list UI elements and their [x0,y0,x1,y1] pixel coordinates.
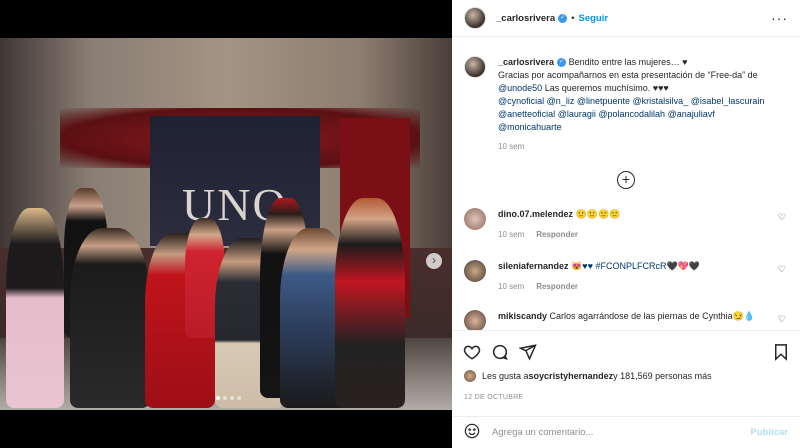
likes-prefix: Les gusta a [482,371,529,381]
next-photo-button[interactable]: › [426,253,442,269]
commenter-avatar[interactable] [464,208,486,230]
follow-button[interactable]: Seguir [579,13,609,24]
share-icon[interactable] [518,343,537,366]
comment-item: sileniafernandez 😻♥♥ #FCONPLFCRсR🖤💖🖤 10 … [464,260,794,291]
header-separator: • [571,12,575,24]
comment-like-heart-icon[interactable]: ♡ [778,264,786,275]
add-comment-bar: Publicar [452,416,800,448]
instagram-post-view: UNO › _carlosrivera ✓ • Seguir ··· _carl… [0,0,800,448]
photo-pane: UNO › [0,0,452,448]
comment-meta: 10 sem Responder [498,282,768,291]
comment-item: mikiscandy Carlos agarrándose de las pie… [464,310,794,330]
post-date[interactable]: 12 DE OCTUBRE [464,394,524,401]
publish-button[interactable]: Publicar [751,427,789,438]
commenter-avatar[interactable] [464,310,486,330]
emoji-icon[interactable] [464,423,484,442]
post-photo[interactable]: UNO › [0,38,452,410]
heart-icon[interactable] [463,343,481,366]
mention-link[interactable]: @polancodalilah [598,109,665,119]
load-more-comments-button[interactable]: + [617,171,635,189]
carousel-dot [237,396,241,400]
commenter-avatar[interactable] [464,260,486,282]
mention-link[interactable]: @monicahuarte [498,122,562,132]
mention-link[interactable]: @isabel_lascurain [691,96,765,106]
commenter-username[interactable]: mikiscandy [498,311,547,321]
photo-group [0,188,452,410]
post-side-panel: _carlosrivera ✓ • Seguir ··· _carlosrive… [452,0,800,448]
comment-like-heart-icon[interactable]: ♡ [778,314,786,325]
comment-like-heart-icon[interactable]: ♡ [778,212,786,223]
author-avatar[interactable] [464,7,486,29]
mention-link[interactable]: @anajuliavf [668,109,715,119]
likes-summary: Les gusta a soycristyhernandez y 181,569… [464,370,712,382]
mention-link[interactable]: @cynoficial [498,96,544,106]
liker-avatar[interactable] [464,370,476,382]
caption-line-2: Gracias por acompañarnos en esta present… [498,70,758,80]
post-actions-bar [452,330,800,374]
comment-time[interactable]: 10 sem [498,282,524,291]
commenter-username[interactable]: sileniafernandez [498,261,569,271]
author-username[interactable]: _carlosrivera [496,13,555,24]
comment-body: 🙂🙂🙂🙂 [575,209,621,219]
mention-link[interactable]: @n_liz [547,96,575,106]
mention-link[interactable]: @lauragii [558,109,596,119]
comment-body: 😻♥♥ #FCONPLFCRсR🖤💖🖤 [571,261,701,271]
comment-body: Carlos agarrándose de las piernas de Cyn… [549,311,756,321]
more-options-icon[interactable]: ··· [771,10,788,26]
photo-person [6,208,64,408]
post-header: _carlosrivera ✓ • Seguir ··· [452,0,800,37]
caption-username[interactable]: _carlosrivera [498,57,554,67]
comments-section[interactable]: _carlosrivera ✓ Bendito entre las mujeres… [452,38,800,330]
comment-item: dino.07.melendez 🙂🙂🙂🙂 10 sem Responder ♡ [464,208,794,239]
caption-author-avatar[interactable] [464,56,486,78]
carousel-dot [223,396,227,400]
mention-link[interactable]: @linetpuente [577,96,630,106]
comment-time[interactable]: 10 sem [498,230,524,239]
carousel-dot [230,396,234,400]
add-comment-input[interactable] [492,427,742,438]
comment-icon[interactable] [491,343,509,366]
comment-text: sileniafernandez 😻♥♥ #FCONPLFCRсR🖤💖🖤 [498,260,768,273]
mention-link[interactable]: @unode50 [498,83,542,93]
carousel-dot [216,396,220,400]
comment-text: mikiscandy Carlos agarrándose de las pie… [498,310,768,323]
reply-button[interactable]: Responder [536,282,578,291]
caption-line-2b: Las queremos muchísimo. ♥♥♥ [542,83,669,93]
liker-username[interactable]: soycristyhernandez [529,371,614,381]
carousel-dots [216,396,241,400]
verified-badge-icon: ✓ [557,58,567,68]
post-caption: _carlosrivera ✓ Bendito entre las mujeres… [464,56,794,151]
photo-person [70,228,150,408]
commenter-username[interactable]: dino.07.melendez [498,209,573,219]
caption-time[interactable]: 10 sem [498,142,786,151]
photo-person [335,198,405,408]
caption-line-1: Bendito entre las mujeres… ♥ [568,57,688,67]
caption-text: _carlosrivera ✓ Bendito entre las mujeres… [498,56,786,134]
comment-text: dino.07.melendez 🙂🙂🙂🙂 [498,208,768,221]
likes-count-text[interactable]: y 181,569 personas más [613,371,712,381]
verified-badge-icon: ✓ [558,13,568,23]
mention-link[interactable]: @kristalsilva_ [633,96,689,106]
reply-button[interactable]: Responder [536,230,578,239]
bookmark-icon[interactable] [772,343,790,366]
mention-link[interactable]: @anetteoficial [498,109,555,119]
comment-meta: 10 sem Responder [498,230,768,239]
